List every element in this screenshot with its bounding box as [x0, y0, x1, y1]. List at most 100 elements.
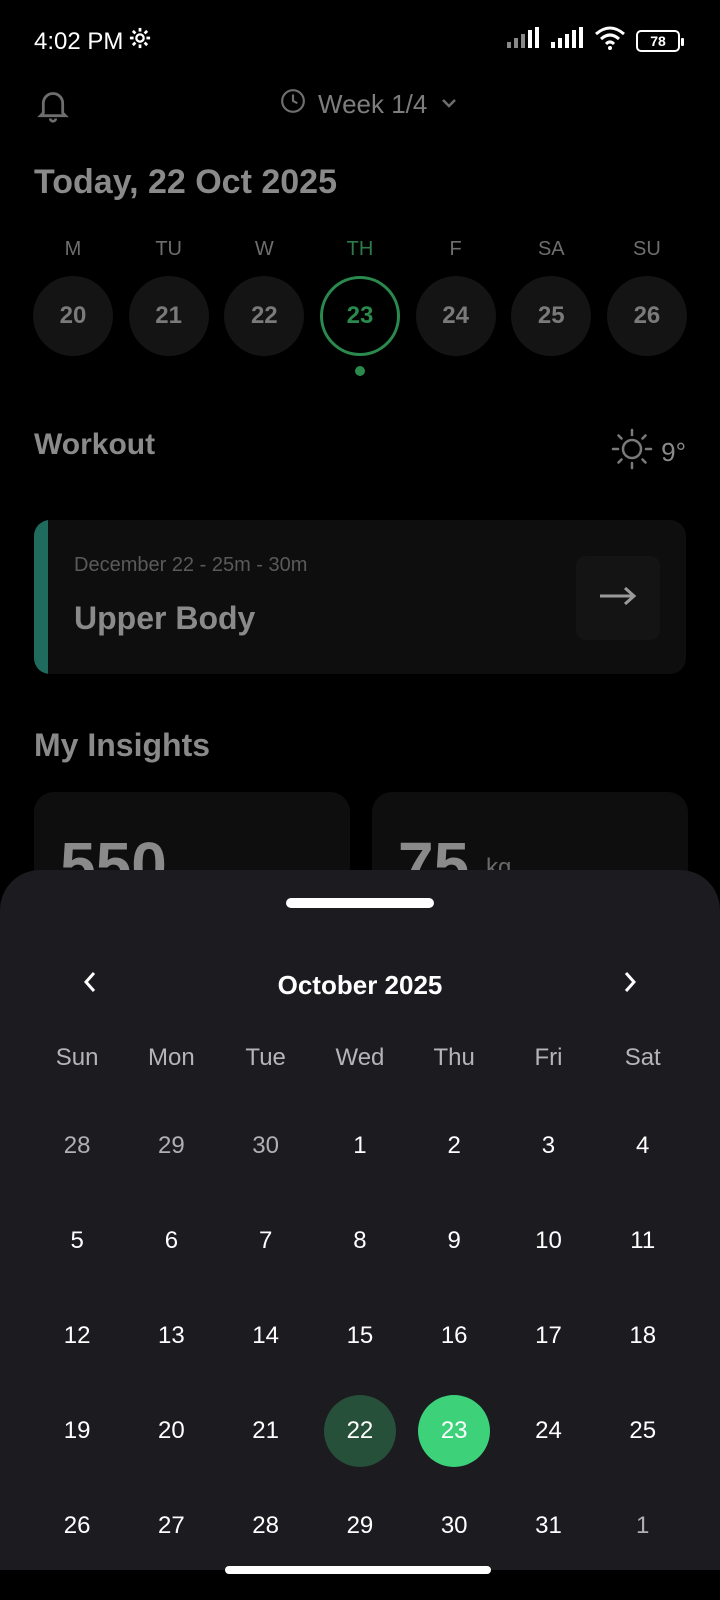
week-day-letter: SA	[537, 238, 565, 260]
week-day-indicator-dot	[259, 366, 269, 376]
calendar-day[interactable]: 2	[407, 1110, 501, 1182]
signal-icon-2	[550, 27, 584, 54]
status-bar: 4:02 PM 78	[0, 0, 720, 80]
calendar-day[interactable]: 27	[124, 1490, 218, 1562]
calendar-week-row: 28 29 30 1 2 3 4	[30, 1098, 690, 1193]
calendar-day-number: 15	[346, 1321, 374, 1349]
next-month-button[interactable]	[610, 964, 650, 1004]
calendar-day-number: 1	[636, 1511, 650, 1539]
calendar-day[interactable]: 14	[219, 1300, 313, 1372]
calendar-day-number: 21	[252, 1416, 279, 1444]
week-day-letter: TU	[155, 238, 182, 260]
status-time-group: 4:02 PM	[34, 27, 151, 56]
calendar-day-number: 25	[629, 1416, 657, 1444]
calendar-day[interactable]: 8	[313, 1205, 407, 1277]
week-selector[interactable]: Week 1/4	[280, 88, 459, 121]
calendar-day[interactable]: 19	[30, 1395, 124, 1467]
calendar-day[interactable]: 10	[501, 1205, 595, 1277]
week-day[interactable]: SA 25	[510, 238, 592, 376]
week-label: Week 1/4	[318, 89, 428, 119]
calendar-day[interactable]: 20	[124, 1395, 218, 1467]
calendar-day[interactable]: 28	[219, 1490, 313, 1562]
calendar-day-number: 17	[535, 1321, 562, 1349]
week-day[interactable]: TU 21	[128, 238, 210, 376]
weekday-header: Sun	[55, 1044, 99, 1071]
week-day[interactable]: SU 26	[606, 238, 688, 376]
week-day-date: 23	[319, 276, 400, 356]
week-day[interactable]: W 22	[223, 238, 305, 376]
calendar-day[interactable]: 21	[219, 1395, 313, 1467]
notification-bell-icon[interactable]	[36, 88, 70, 129]
week-day-indicator-dot	[164, 366, 174, 376]
calendar-day[interactable]: 30	[407, 1490, 501, 1562]
calendar-day[interactable]: 4	[596, 1110, 690, 1182]
calendar-day[interactable]: 7	[219, 1205, 313, 1277]
calendar-day-number: 6	[164, 1226, 179, 1254]
home-indicator[interactable]	[225, 1566, 491, 1574]
calendar-day[interactable]: 12	[30, 1300, 124, 1372]
calendar-day-number: 24	[535, 1416, 562, 1444]
calendar-day-number: 18	[629, 1321, 657, 1349]
weekday-header-row: Sun Mon Tue Wed Thu Fri Sat	[30, 1038, 690, 1078]
calendar-day[interactable]: 6	[124, 1205, 218, 1277]
calendar-day[interactable]: 25	[596, 1395, 690, 1467]
week-strip: M 20 TU 21 W 22 TH 23 F 24 SA 25 SU 26	[32, 238, 688, 376]
month-nav: October 2025	[0, 954, 720, 1014]
calendar-day-number: 19	[63, 1416, 91, 1444]
calendar-day-number: 31	[535, 1511, 562, 1539]
weekday-header: Mon	[148, 1044, 195, 1071]
workout-header: Workout	[34, 428, 156, 461]
week-day[interactable]: M 20	[32, 238, 114, 376]
calendar-day-number: 28	[252, 1511, 279, 1539]
sheet-drag-handle[interactable]	[286, 898, 434, 908]
signal-icon	[506, 27, 540, 54]
sun-icon	[611, 428, 653, 477]
calendar-day[interactable]: 3	[501, 1110, 595, 1182]
workout-card[interactable]: December 22 - 25m - 30m Upper Body	[34, 520, 686, 674]
calendar-day[interactable]: 18	[596, 1300, 690, 1372]
week-day[interactable]: F 24	[415, 238, 497, 376]
calendar-day[interactable]: 29	[124, 1110, 218, 1182]
calendar-day[interactable]: 16	[407, 1300, 501, 1372]
calendar-day-number: 30	[440, 1511, 468, 1539]
calendar-day[interactable]: 1	[313, 1110, 407, 1182]
calendar-week-row: 19 20 21 22 23 24 25	[30, 1383, 690, 1478]
workout-accent-bar	[34, 520, 48, 674]
workout-open-button[interactable]	[576, 556, 660, 640]
weekday-header: Fri	[534, 1044, 563, 1071]
week-day-indicator-dot	[354, 366, 365, 376]
calendar-day-number: 14	[252, 1321, 279, 1349]
calendar-day-number: 9	[447, 1226, 461, 1254]
calendar-day[interactable]: 30	[219, 1110, 313, 1182]
calendar-bottom-sheet: October 2025 Sun Mon Tue Wed Thu Fri Sat 28 29 30…	[0, 870, 720, 1570]
calendar-day[interactable]: 1	[596, 1490, 690, 1562]
calendar-day[interactable]: 26	[30, 1490, 124, 1562]
settings-gear-icon	[129, 27, 151, 56]
week-day[interactable]: TH 23	[319, 238, 401, 376]
calendar-day[interactable]: 11	[596, 1205, 690, 1277]
calendar-day[interactable]: 17	[501, 1300, 595, 1372]
calendar-grid: Sun Mon Tue Wed Thu Fri Sat 28 29 30 1 2 3 4 5 6 7 8 9 10 11…	[30, 1038, 690, 1573]
calendar-day[interactable]: 31	[501, 1490, 595, 1562]
calendar-day[interactable]: 13	[124, 1300, 218, 1372]
page-title: Today, 22 Oct 2025	[34, 163, 337, 201]
weather-temp: 9°	[661, 437, 686, 467]
calendar-day-number: 8	[353, 1226, 367, 1254]
calendar-day[interactable]: 28	[30, 1110, 124, 1182]
calendar-day-number: 13	[158, 1321, 185, 1349]
calendar-day-number: 20	[158, 1416, 185, 1444]
calendar-day-number: 27	[158, 1511, 185, 1539]
calendar-day-number: 30	[252, 1131, 279, 1159]
status-time: 4:02 PM	[34, 27, 124, 55]
calendar-day[interactable]: 9	[407, 1205, 501, 1277]
week-day-indicator-dot	[546, 366, 556, 376]
calendar-day[interactable]: 5	[30, 1205, 124, 1277]
week-day-date: 26	[606, 276, 687, 356]
calendar-day-number: 29	[346, 1511, 374, 1539]
calendar-day[interactable]: 24	[501, 1395, 595, 1467]
calendar-day[interactable]: 15	[313, 1300, 407, 1372]
calendar-day[interactable]: 29	[313, 1490, 407, 1562]
calendar-day[interactable]: 23	[407, 1394, 501, 1467]
calendar-day-number: 1	[353, 1131, 367, 1159]
calendar-day[interactable]: 22	[313, 1394, 407, 1467]
